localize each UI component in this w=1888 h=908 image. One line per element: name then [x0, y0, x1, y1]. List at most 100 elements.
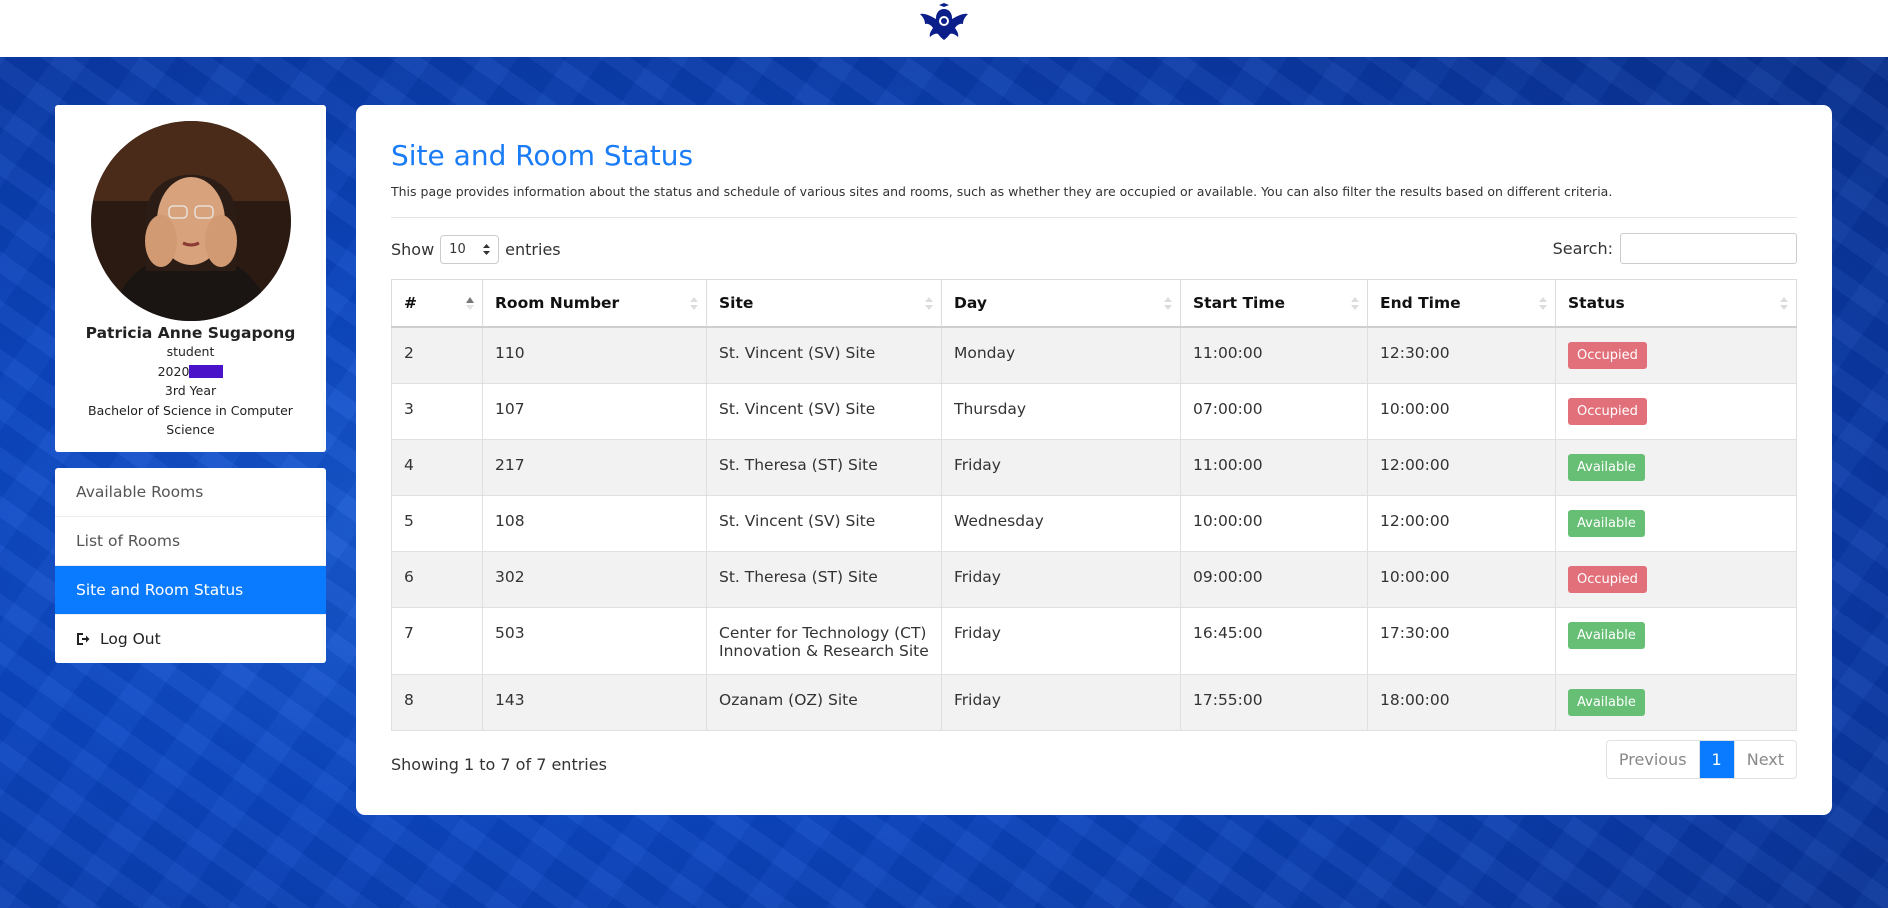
column-header-number[interactable]: # [391, 279, 483, 328]
cell-number: 3 [391, 382, 483, 440]
table-row: 4 217 St. Theresa (ST) Site Friday 11:00… [391, 438, 1797, 496]
cell-site: St. Vincent (SV) Site [706, 494, 942, 552]
sidebar-item-list-of-rooms[interactable]: List of Rooms [55, 517, 326, 566]
cell-room-number: 302 [482, 550, 707, 608]
cell-end-time: 12:30:00 [1367, 326, 1556, 384]
sort-icon [1164, 297, 1172, 310]
avatar [90, 121, 291, 321]
sort-icon [1780, 297, 1788, 310]
cell-status: Available [1555, 494, 1797, 552]
cell-status: Available [1555, 438, 1797, 496]
cell-status: Occupied [1555, 550, 1797, 608]
sort-icon [925, 297, 933, 310]
cell-end-time: 12:00:00 [1367, 494, 1556, 552]
cell-room-number: 143 [482, 673, 707, 731]
table-row: 6 302 St. Theresa (ST) Site Friday 09:00… [391, 550, 1797, 608]
profile-year: 3rd Year [164, 383, 217, 398]
profile-student-id: 2020 [55, 362, 326, 382]
cell-start-time: 17:55:00 [1180, 673, 1368, 731]
cell-status: Occupied [1555, 382, 1797, 440]
cell-site: St. Theresa (ST) Site [706, 438, 942, 496]
sort-icon [1539, 297, 1547, 310]
status-badge: Occupied [1568, 565, 1647, 593]
student-id-prefix: 2020 [157, 363, 190, 379]
cell-day: Friday [941, 438, 1181, 496]
status-badge: Available [1568, 688, 1645, 716]
table-search: Search: [1553, 233, 1797, 264]
main-panel: Site and Room Status This page provides … [356, 105, 1832, 815]
entries-length-control: Show 10 entries [391, 235, 561, 264]
sidebar-item-label: List of Rooms [76, 532, 181, 550]
sort-icon [690, 297, 698, 310]
cell-start-time: 16:45:00 [1180, 606, 1368, 675]
cell-start-time: 10:00:00 [1180, 494, 1368, 552]
column-header-site[interactable]: Site [706, 279, 942, 328]
cell-day: Wednesday [941, 494, 1181, 552]
cell-day: Thursday [941, 382, 1181, 440]
room-status-table: # Room Number Site Day Start Time End Ti… [391, 279, 1797, 731]
entries-per-page-select[interactable]: 10 [440, 235, 500, 264]
profile-program: Bachelor of Science in Computer Science [88, 402, 293, 438]
cell-status: Available [1555, 606, 1797, 675]
sidebar-item-label: Log Out [100, 630, 161, 648]
table-row: 7 503 Center for Technology (CT) Innovat… [391, 606, 1797, 675]
previous-page-button[interactable]: Previous [1607, 741, 1699, 778]
cell-room-number: 110 [482, 326, 707, 384]
profile-card: Patricia Anne Sugapong student 2020 3rd … [55, 105, 326, 452]
table-row: 2 110 St. Vincent (SV) Site Monday 11:00… [391, 326, 1797, 384]
cell-number: 6 [391, 550, 483, 608]
status-badge: Occupied [1568, 397, 1647, 425]
select-updown-icon [483, 244, 491, 255]
cell-status: Occupied [1555, 326, 1797, 384]
table-row: 8 143 Ozanam (OZ) Site Friday 17:55:00 1… [391, 673, 1797, 731]
top-header [0, 0, 1888, 57]
page-title: Site and Room Status [391, 139, 694, 172]
search-input[interactable] [1620, 233, 1797, 264]
sidebar-item-available-rooms[interactable]: Available Rooms [55, 468, 326, 517]
cell-site: Ozanam (OZ) Site [706, 673, 942, 731]
cell-day: Friday [941, 673, 1181, 731]
redacted-block [189, 364, 224, 378]
profile-photo [90, 121, 291, 321]
cell-end-time: 18:00:00 [1367, 673, 1556, 731]
column-header-start-time[interactable]: Start Time [1180, 279, 1368, 328]
cell-start-time: 07:00:00 [1180, 382, 1368, 440]
divider [391, 217, 1797, 218]
sidebar-item-log-out[interactable]: Log Out [55, 615, 326, 663]
status-badge: Occupied [1568, 342, 1647, 369]
column-header-status[interactable]: Status [1555, 279, 1797, 328]
cell-room-number: 217 [482, 438, 707, 496]
status-badge: Available [1568, 621, 1645, 649]
cell-site: St. Theresa (ST) Site [706, 550, 942, 608]
column-header-room-number[interactable]: Room Number [482, 279, 707, 328]
table-row: 5 108 St. Vincent (SV) Site Wednesday 10… [391, 494, 1797, 552]
profile-role: student [166, 344, 215, 359]
sidebar-item-label: Available Rooms [76, 483, 204, 501]
cell-number: 2 [391, 326, 483, 384]
cell-number: 5 [391, 494, 483, 552]
cell-day: Monday [941, 326, 1181, 384]
cell-end-time: 12:00:00 [1367, 438, 1556, 496]
cell-status: Available [1555, 673, 1797, 731]
next-page-button[interactable]: Next [1733, 741, 1796, 778]
sidebar-item-site-and-room-status[interactable]: Site and Room Status [55, 566, 326, 615]
cell-room-number: 107 [482, 382, 707, 440]
cell-start-time: 11:00:00 [1180, 438, 1368, 496]
profile-name: Patricia Anne Sugapong [85, 324, 296, 342]
column-header-end-time[interactable]: End Time [1367, 279, 1556, 328]
cell-number: 7 [391, 606, 483, 675]
status-badge: Available [1568, 509, 1645, 537]
school-crest-logo-icon[interactable] [919, 2, 969, 47]
table-info: Showing 1 to 7 of 7 entries [391, 755, 607, 774]
show-label: Show [391, 240, 435, 259]
sort-ascending-icon [466, 297, 474, 310]
cell-start-time: 09:00:00 [1180, 550, 1368, 608]
cell-end-time: 10:00:00 [1367, 382, 1556, 440]
column-header-day[interactable]: Day [941, 279, 1181, 328]
sign-out-icon [77, 633, 90, 645]
cell-number: 4 [391, 438, 483, 496]
page-1-button[interactable]: 1 [1698, 741, 1734, 778]
cell-room-number: 108 [482, 494, 707, 552]
entries-select-value: 10 [449, 242, 466, 257]
cell-end-time: 17:30:00 [1367, 606, 1556, 675]
